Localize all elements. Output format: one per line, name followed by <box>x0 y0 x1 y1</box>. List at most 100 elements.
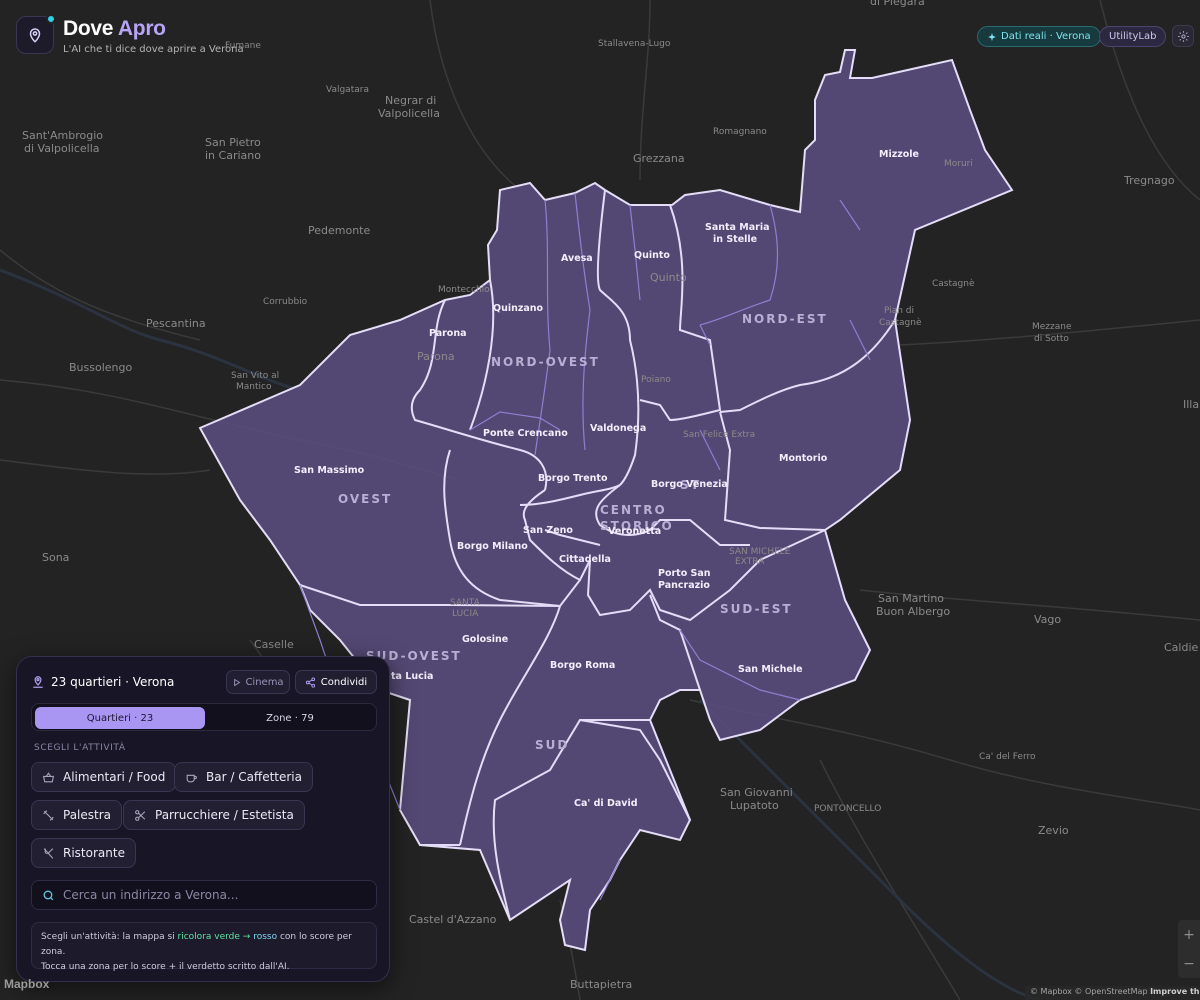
svg-text:NORD-EST: NORD-EST <box>742 312 828 326</box>
sparkle-icon <box>988 32 996 41</box>
zoom-control: + − <box>1178 920 1200 978</box>
activity-hair-button[interactable]: Parrucchiere / Estetista <box>123 800 305 830</box>
hint-line2: Tocca una zona per lo score + il verdett… <box>41 962 290 972</box>
svg-text:San Martino: San Martino <box>878 592 944 605</box>
brand-tagline: L'AI che ti dice dove aprire a Verona <box>63 44 244 55</box>
svg-text:Valpolicella: Valpolicella <box>378 107 440 120</box>
svg-text:Parona: Parona <box>429 328 467 339</box>
svg-text:ta Lucia: ta Lucia <box>391 671 433 682</box>
svg-text:San Massimo: San Massimo <box>294 465 365 476</box>
address-search-input[interactable] <box>63 888 363 902</box>
svg-text:Borgo Trento: Borgo Trento <box>538 473 608 484</box>
svg-text:di Valpolicella: di Valpolicella <box>24 142 100 155</box>
svg-text:Buon Albergo: Buon Albergo <box>876 605 950 618</box>
svg-text:Valdonega: Valdonega <box>590 423 646 434</box>
svg-text:SUD-EST: SUD-EST <box>720 602 793 616</box>
svg-text:Vago: Vago <box>1034 613 1061 626</box>
svg-text:San Pietro: San Pietro <box>205 136 261 149</box>
app-root: di Piegara Stallavena-Lugo Fumane Valgat… <box>0 0 1200 1000</box>
svg-text:Lupatoto: Lupatoto <box>730 799 779 812</box>
improve-map-link[interactable]: Improve this m <box>1150 987 1200 996</box>
svg-text:San Vito al: San Vito al <box>231 371 279 381</box>
svg-text:Borgo Roma: Borgo Roma <box>550 660 615 671</box>
svg-text:Tregnago: Tregnago <box>1123 174 1175 187</box>
brand-title: Dove Apro <box>63 17 166 40</box>
basket-icon <box>42 771 55 782</box>
cinema-label: Cinema <box>245 676 284 688</box>
svg-text:Pedemonte: Pedemonte <box>308 224 370 237</box>
gear-icon <box>1177 30 1189 42</box>
zoom-out-button[interactable]: − <box>1183 956 1195 972</box>
svg-text:San Felice Extra: San Felice Extra <box>683 430 755 440</box>
svg-text:Grezzana: Grezzana <box>633 152 685 165</box>
activity-section-label: SCEGLI L'ATTIVITÀ <box>34 743 126 753</box>
svg-text:Borgo Milano: Borgo Milano <box>457 541 528 552</box>
address-search <box>31 880 377 910</box>
settings-button[interactable] <box>1172 25 1194 47</box>
segment-quartieri[interactable]: Quartieri · 23 <box>35 707 205 729</box>
svg-text:Romagnano: Romagnano <box>713 127 767 137</box>
hint-red: rosso <box>253 932 278 942</box>
svg-text:Poiano: Poiano <box>641 375 671 385</box>
svg-text:NORD-OVEST: NORD-OVEST <box>491 355 600 369</box>
svg-text:Quinzano: Quinzano <box>493 303 544 314</box>
instructions-box: Scegli un'attività: la mappa si ricolora… <box>31 922 377 972</box>
panel-title: 23 quartieri · Verona <box>51 675 175 689</box>
svg-text:Santa Maria: Santa Maria <box>705 222 770 233</box>
svg-text:Mezzane: Mezzane <box>1032 322 1072 332</box>
activity-food-button[interactable]: Alimentari / Food <box>31 762 177 792</box>
svg-text:Valgatara: Valgatara <box>326 85 369 95</box>
svg-text:OVEST: OVEST <box>338 492 392 506</box>
play-icon <box>234 678 241 686</box>
mapbox-logo[interactable]: Mapbox <box>4 977 49 991</box>
utilitylab-badge[interactable]: UtilityLab <box>1099 26 1167 47</box>
cinema-button[interactable]: Cinema <box>226 670 290 694</box>
svg-text:Caselle: Caselle <box>254 638 294 651</box>
svg-text:Negrar di: Negrar di <box>385 94 436 107</box>
scissors-icon <box>135 809 146 821</box>
activity-bar-button[interactable]: Bar / Caffetteria <box>174 762 313 792</box>
svg-text:Sant'Ambrogio: Sant'Ambrogio <box>22 129 103 142</box>
svg-text:Corrubbio: Corrubbio <box>263 297 308 307</box>
activity-restaurant-label: Ristorante <box>63 846 125 860</box>
map-pin-user-icon <box>33 676 43 688</box>
activity-bar-label: Bar / Caffetteria <box>206 770 302 784</box>
utilitylab-label: UtilityLab <box>1109 31 1157 42</box>
svg-text:in Cariano: in Cariano <box>205 149 261 162</box>
svg-text:Castagnè: Castagnè <box>932 278 975 289</box>
svg-text:San Michele: San Michele <box>738 664 803 675</box>
zoom-in-button[interactable]: + <box>1183 927 1195 943</box>
control-panel: 23 quartieri · Verona Cinema Condividi Q… <box>16 656 390 982</box>
activity-food-label: Alimentari / Food <box>63 770 166 784</box>
search-icon <box>43 890 54 900</box>
activity-gym-label: Palestra <box>63 808 112 822</box>
svg-text:Porto San: Porto San <box>658 568 711 579</box>
svg-text:Pancrazio: Pancrazio <box>658 580 710 591</box>
svg-text:SUD: SUD <box>535 738 569 752</box>
map-pin-icon <box>29 28 41 43</box>
svg-text:Pian di: Pian di <box>884 306 914 316</box>
activity-gym-button[interactable]: Palestra <box>31 800 123 830</box>
attribution-text: © Mapbox © OpenStreetMap <box>1030 987 1148 996</box>
svg-text:Montecchio: Montecchio <box>438 285 490 295</box>
segment-zone[interactable]: Zone · 79 <box>205 707 375 729</box>
real-data-badge[interactable]: Dati reali · Verona <box>977 26 1101 47</box>
svg-text:Caldie: Caldie <box>1164 641 1199 654</box>
hint-arrow: → <box>239 932 254 942</box>
svg-text:Veronetta: Veronetta <box>608 526 661 537</box>
svg-text:San Zeno: San Zeno <box>523 525 573 536</box>
svg-text:Castagnè: Castagnè <box>879 317 922 328</box>
share-button[interactable]: Condividi <box>295 670 377 694</box>
svg-text:LUCIA: LUCIA <box>452 609 479 619</box>
svg-text:Mantico: Mantico <box>236 382 272 392</box>
live-indicator <box>46 14 56 24</box>
svg-text:Parona: Parona <box>417 350 455 363</box>
share-label: Condividi <box>320 676 368 688</box>
svg-text:SAN MICHELE: SAN MICHELE <box>729 547 791 557</box>
svg-text:PONTONCELLO: PONTONCELLO <box>814 804 881 814</box>
svg-text:Zevio: Zevio <box>1038 824 1069 837</box>
svg-text:Pescantina: Pescantina <box>146 317 206 330</box>
svg-text:di Piegara: di Piegara <box>870 0 925 8</box>
activity-restaurant-button[interactable]: Ristorante <box>31 838 136 868</box>
svg-text:Avesa: Avesa <box>561 253 593 264</box>
